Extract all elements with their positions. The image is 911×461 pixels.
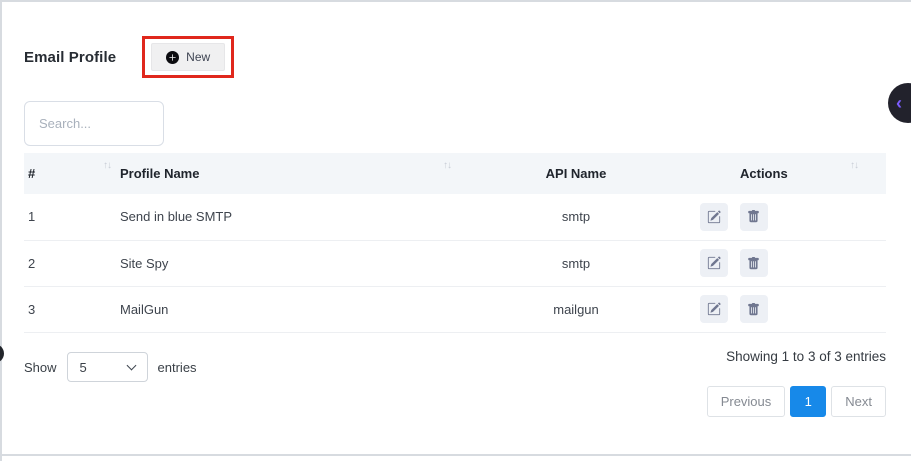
pagination: Previous 1 Next [707, 386, 886, 417]
actions-cell [696, 286, 886, 332]
bottom-border-line [0, 454, 911, 456]
red-annotation-box: New [142, 36, 234, 78]
table-row: 3 MailGun mailgun [24, 286, 886, 332]
chevron-down-icon [126, 361, 136, 371]
column-header-profile-name[interactable]: Profile Name ↑↓ [116, 153, 456, 194]
customizer-toggle-button[interactable]: ‹ [888, 83, 911, 123]
length-menu: Show 5 entries [24, 352, 197, 382]
delete-button[interactable] [740, 249, 768, 277]
show-label: Show [24, 360, 57, 375]
entries-label: entries [158, 360, 197, 375]
actions-cell [696, 194, 886, 240]
sort-icon: ↑↓ [443, 161, 451, 171]
next-page-button[interactable]: Next [831, 386, 886, 417]
api-name-cell: mailgun [456, 286, 696, 332]
left-border-line [0, 0, 2, 461]
edit-button[interactable] [700, 203, 728, 231]
sort-icon: ↑↓ [103, 161, 111, 171]
sort-icon: ↑↓ [850, 161, 858, 171]
page-title: Email Profile [24, 49, 116, 66]
new-button[interactable]: New [151, 43, 225, 71]
api-name-cell: smtp [456, 240, 696, 286]
delete-button[interactable] [740, 203, 768, 231]
row-index: 3 [24, 286, 116, 332]
table-row: 2 Site Spy smtp [24, 240, 886, 286]
page-length-value: 5 [80, 360, 87, 375]
api-name-cell: smtp [456, 194, 696, 240]
page-1-button[interactable]: 1 [790, 386, 826, 417]
edit-button[interactable] [700, 295, 728, 323]
trash-icon [747, 257, 760, 270]
column-header-index[interactable]: # ↑↓ [24, 153, 116, 194]
edit-button[interactable] [700, 249, 728, 277]
previous-page-button[interactable]: Previous [707, 386, 786, 417]
plus-circle-icon [166, 51, 179, 64]
trash-icon [747, 303, 760, 316]
left-edge-handle[interactable] [0, 344, 4, 363]
table-row: 1 Send in blue SMTP smtp [24, 194, 886, 240]
email-profile-page: Email Profile New # ↑↓ Profile [0, 0, 911, 461]
chevron-left-icon: ‹ [896, 94, 902, 112]
page-length-select[interactable]: 5 [67, 352, 148, 382]
edit-pencil-icon [707, 210, 721, 224]
new-button-label: New [186, 50, 210, 64]
search-input[interactable] [24, 101, 164, 146]
top-border-line [0, 0, 911, 2]
trash-icon [747, 210, 760, 223]
email-profile-table: # ↑↓ Profile Name ↑↓ API Name Actions ↑↓… [24, 153, 886, 333]
actions-cell [696, 240, 886, 286]
row-index: 2 [24, 240, 116, 286]
profile-name-cell: Send in blue SMTP [116, 194, 456, 240]
delete-button[interactable] [740, 295, 768, 323]
edit-pencil-icon [707, 302, 721, 316]
row-index: 1 [24, 194, 116, 240]
edit-pencil-icon [707, 256, 721, 270]
profile-name-cell: Site Spy [116, 240, 456, 286]
title-row: Email Profile New [24, 36, 234, 78]
table-header-row: # ↑↓ Profile Name ↑↓ API Name Actions ↑↓ [24, 153, 886, 194]
column-header-api-name: API Name [456, 153, 696, 194]
table-info-text: Showing 1 to 3 of 3 entries [726, 349, 886, 364]
profile-name-cell: MailGun [116, 286, 456, 332]
column-header-actions[interactable]: Actions ↑↓ [696, 153, 886, 194]
